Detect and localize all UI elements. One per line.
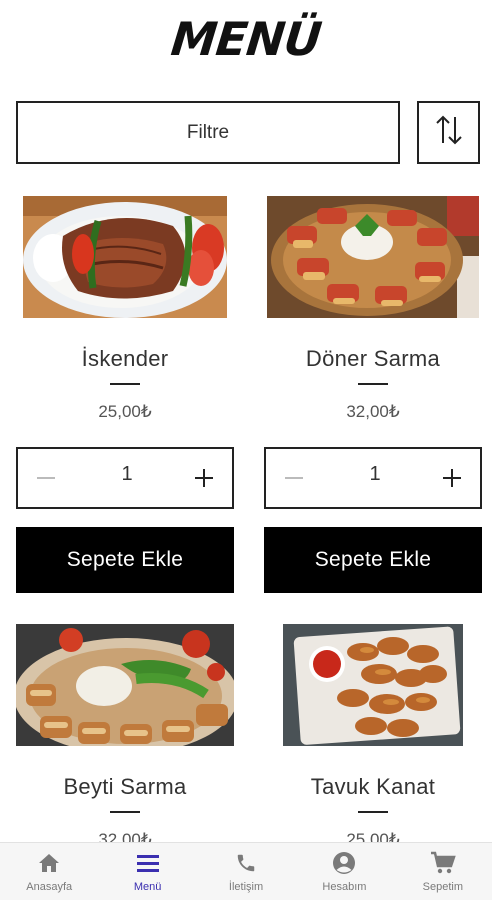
tab-label: İletişim [228, 881, 264, 893]
tab-label: Hesabım [322, 881, 367, 893]
name-separator [358, 383, 388, 385]
quantity-stepper[interactable]: 1 [16, 447, 234, 509]
minus-icon[interactable] [276, 461, 312, 495]
menu-scroll-area[interactable]: MENÜ Filtre İskender 25,00₺ 1 Sepete Ekl… [0, 0, 492, 842]
product-price: 32,00₺ [98, 830, 152, 842]
product-name: Tavuk Kanat [310, 774, 436, 799]
name-separator [110, 811, 140, 813]
tab-iletisim[interactable]: İletişim [197, 843, 295, 900]
name-separator [110, 383, 140, 385]
plus-icon[interactable] [434, 461, 470, 495]
bottom-tab-bar: Anasayfa Menü İletişim Hesabım Sepetim [0, 842, 492, 900]
product-price: 32,00₺ [346, 402, 400, 421]
filter-button[interactable]: Filtre [16, 101, 400, 164]
product-photo-iskender[interactable] [23, 196, 227, 318]
product-price: 25,00₺ [346, 830, 400, 842]
add-to-cart-button[interactable]: Sepete Ekle [16, 527, 234, 593]
tab-label: Menü [133, 881, 162, 893]
quantity-value[interactable]: 1 [88, 463, 166, 486]
product-photo-beyti-sarma[interactable] [16, 624, 234, 746]
filter-label: Filtre [186, 121, 230, 143]
sort-button[interactable] [417, 101, 480, 164]
menu-icon [134, 849, 162, 877]
tab-label: Anasayfa [26, 881, 73, 893]
product-card: Döner Sarma 32,00₺ 1 Sepete Ekle [264, 196, 482, 596]
tab-sepetim[interactable]: Sepetim [394, 843, 492, 900]
product-name: Döner Sarma [305, 346, 441, 371]
name-separator [358, 811, 388, 813]
tab-anasayfa[interactable]: Anasayfa [0, 843, 98, 900]
quantity-stepper[interactable]: 1 [264, 447, 482, 509]
product-card: İskender 25,00₺ 1 Sepete Ekle [16, 196, 234, 596]
product-card: Beyti Sarma 32,00₺ [16, 624, 234, 842]
tab-label: Sepetim [422, 881, 463, 893]
cart-icon [429, 849, 457, 877]
product-photo-tavuk-kanat[interactable] [283, 624, 463, 746]
product-name: İskender [81, 346, 169, 371]
phone-icon [232, 849, 260, 877]
product-price: 25,00₺ [98, 402, 152, 421]
product-name: Beyti Sarma [63, 774, 187, 799]
quantity-value[interactable]: 1 [336, 463, 414, 486]
add-to-cart-button[interactable]: Sepete Ekle [264, 527, 482, 593]
product-card: Tavuk Kanat 25,00₺ [264, 624, 482, 842]
page-title: MENÜ [168, 12, 324, 66]
plus-icon[interactable] [186, 461, 222, 495]
tab-menu[interactable]: Menü [98, 843, 196, 900]
product-photo-doner-sarma[interactable] [267, 196, 479, 318]
sort-arrows-icon [434, 113, 464, 152]
home-icon [35, 849, 63, 877]
account-icon [330, 849, 358, 877]
tab-hesabim[interactable]: Hesabım [295, 843, 393, 900]
minus-icon[interactable] [28, 461, 64, 495]
